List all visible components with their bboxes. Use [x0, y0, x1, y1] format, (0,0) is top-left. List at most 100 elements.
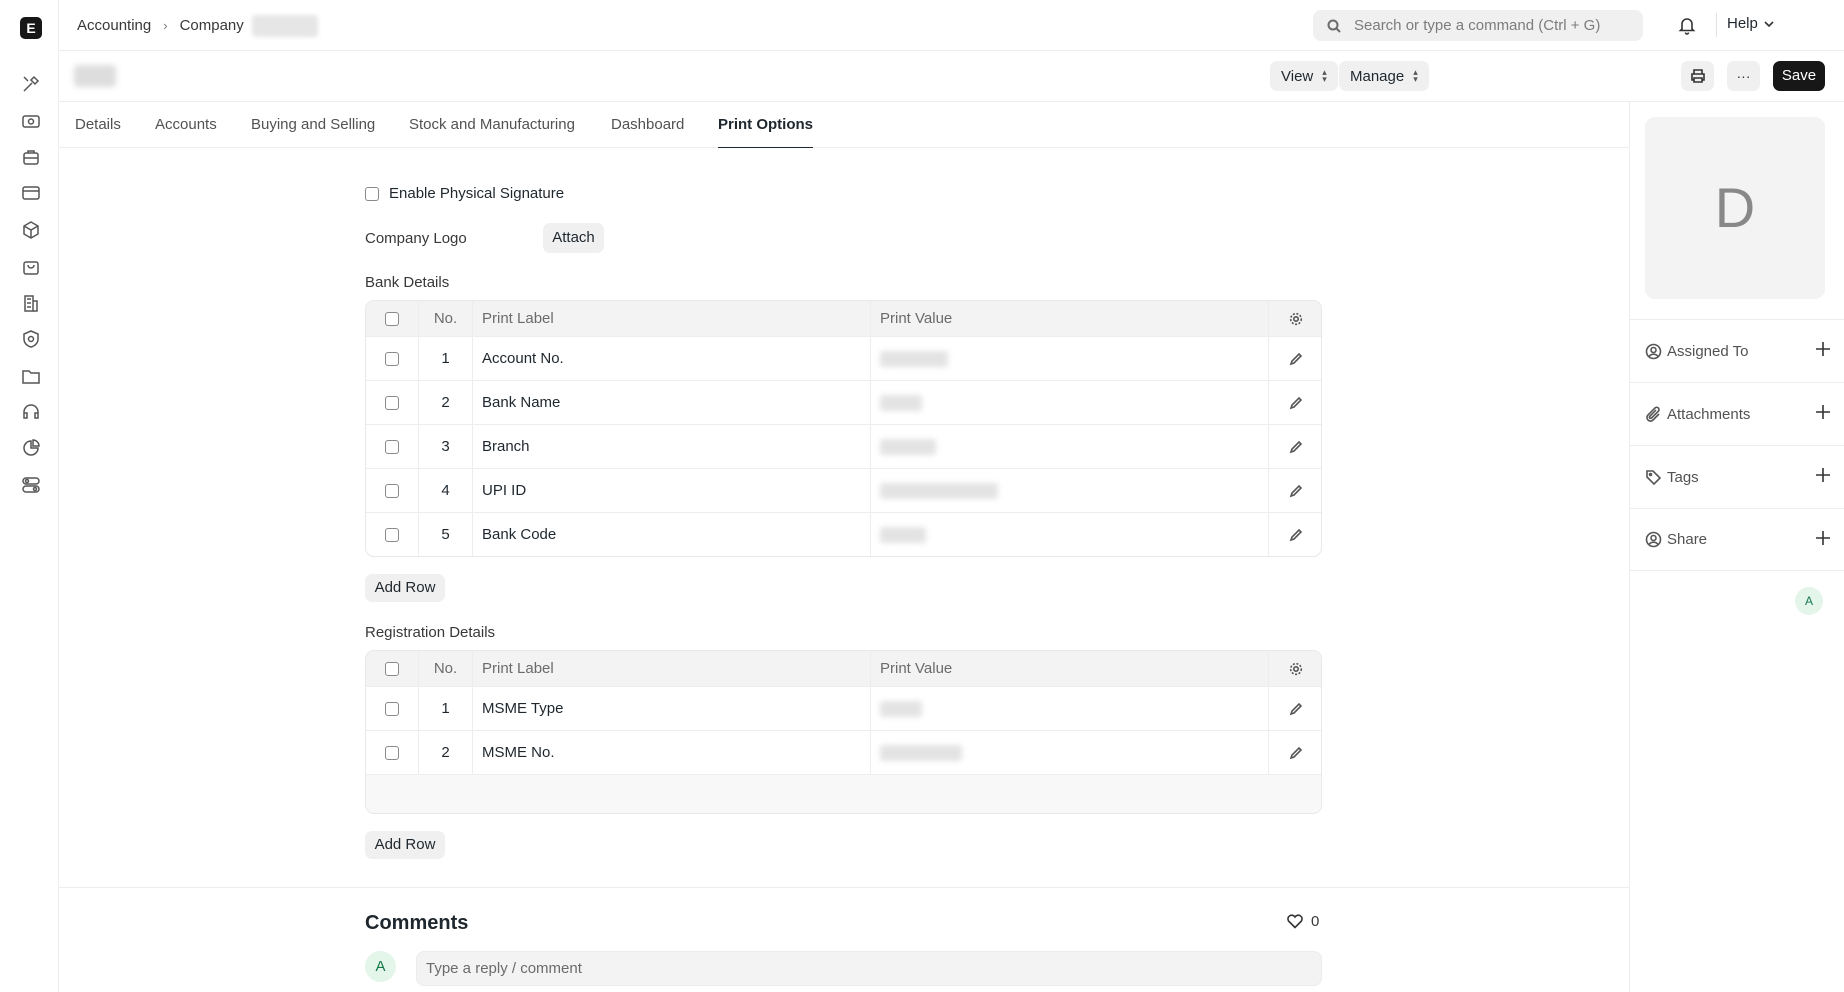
edit-row-pencil-icon[interactable] — [1269, 687, 1321, 730]
table-header: No. Print Label Print Value — [366, 301, 1321, 336]
print-label-cell[interactable]: UPI ID — [473, 469, 871, 512]
print-value-cell[interactable] — [871, 469, 1269, 512]
select-all-checkbox[interactable] — [385, 311, 399, 326]
folder-icon[interactable] — [20, 365, 42, 387]
divider — [59, 887, 1629, 888]
bank-details-label: Bank Details — [365, 274, 450, 291]
row-checkbox[interactable] — [385, 527, 399, 542]
sidebar-item-label: Assigned To — [1667, 342, 1749, 360]
tab-stock-and-manufacturing[interactable]: Stock and Manufacturing — [409, 102, 575, 148]
comment-input[interactable]: Type a reply / comment — [416, 951, 1322, 986]
column-settings-icon[interactable] — [1269, 651, 1321, 686]
breadcrumb: Accounting › Company — [77, 0, 318, 51]
print-label-cell[interactable]: Bank Code — [473, 513, 871, 556]
like-button[interactable]: 0 — [1286, 912, 1319, 930]
print-label-cell[interactable]: MSME No. — [473, 731, 871, 774]
row-checkbox[interactable] — [385, 701, 399, 716]
sidebar-attachments[interactable]: Attachments — [1630, 382, 1844, 445]
table-footer-empty — [366, 774, 1321, 813]
shopping-bag-icon[interactable] — [20, 255, 42, 277]
table-row[interactable]: 4 UPI ID — [366, 468, 1321, 512]
bank-details-add-row-button[interactable]: Add Row — [365, 574, 445, 602]
row-checkbox[interactable] — [385, 439, 399, 454]
print-label-cell[interactable]: MSME Type — [473, 687, 871, 730]
sidebar-assigned-to[interactable]: Assigned To — [1630, 319, 1844, 382]
print-value-cell[interactable] — [871, 687, 1269, 730]
tab-print-options[interactable]: Print Options — [718, 102, 813, 148]
tab-accounts[interactable]: Accounts — [155, 102, 217, 148]
app-logo[interactable]: E — [20, 17, 42, 39]
add-tag-plus-icon[interactable] — [1815, 467, 1831, 483]
edit-row-pencil-icon[interactable] — [1269, 381, 1321, 424]
navbar-divider — [1716, 13, 1717, 37]
tab-dashboard[interactable]: Dashboard — [611, 102, 684, 148]
enable-physical-signature-field[interactable]: Enable Physical Signature — [365, 185, 564, 202]
shield-icon[interactable] — [20, 328, 42, 350]
print-value-cell[interactable] — [871, 425, 1269, 468]
tools-icon[interactable] — [20, 73, 42, 95]
edit-row-pencil-icon[interactable] — [1269, 469, 1321, 512]
accounting-icon[interactable] — [20, 110, 42, 132]
enable-physical-signature-checkbox[interactable] — [365, 186, 379, 201]
save-button[interactable]: Save — [1773, 61, 1825, 91]
help-dropdown[interactable]: Help — [1727, 15, 1774, 32]
add-attachment-plus-icon[interactable] — [1815, 404, 1831, 420]
toggle-icon[interactable] — [20, 474, 42, 496]
sidebar-share[interactable]: Share — [1630, 508, 1844, 571]
print-value-cell[interactable] — [871, 513, 1269, 556]
briefcase-icon[interactable] — [20, 146, 42, 168]
print-button[interactable] — [1681, 61, 1714, 91]
manage-button[interactable]: Manage ▴ ▾ — [1339, 61, 1429, 91]
table-row[interactable]: 1 MSME Type — [366, 686, 1321, 730]
print-value-cell[interactable] — [871, 731, 1269, 774]
notification-bell-icon[interactable] — [1677, 15, 1697, 35]
box-icon[interactable] — [20, 219, 42, 241]
column-settings-icon[interactable] — [1269, 301, 1321, 336]
add-share-plus-icon[interactable] — [1815, 530, 1831, 546]
card-icon[interactable] — [20, 182, 42, 204]
breadcrumb-accounting[interactable]: Accounting — [77, 17, 151, 34]
edit-row-pencil-icon[interactable] — [1269, 513, 1321, 556]
breadcrumb-record-redacted[interactable] — [251, 14, 318, 37]
sidebar-tags[interactable]: Tags — [1630, 445, 1844, 508]
headset-icon[interactable] — [20, 401, 42, 423]
building-icon[interactable] — [20, 292, 42, 314]
table-row[interactable]: 1 Account No. — [366, 336, 1321, 380]
registration-details-add-row-button[interactable]: Add Row — [365, 831, 445, 859]
row-number: 4 — [419, 469, 473, 512]
row-checkbox[interactable] — [385, 745, 399, 760]
edit-row-pencil-icon[interactable] — [1269, 425, 1321, 468]
form-sidebar: D Assigned To Attachments Tags Share A — [1629, 102, 1844, 992]
row-checkbox[interactable] — [385, 351, 399, 366]
print-value-cell[interactable] — [871, 337, 1269, 380]
print-value-cell[interactable] — [871, 381, 1269, 424]
view-button[interactable]: View ▴ ▾ — [1270, 61, 1338, 91]
row-checkbox[interactable] — [385, 395, 399, 410]
search-bar[interactable]: Search or type a command (Ctrl + G) — [1313, 10, 1643, 41]
edit-row-pencil-icon[interactable] — [1269, 731, 1321, 774]
bank-details-table: No. Print Label Print Value 1 Account No… — [365, 300, 1322, 557]
select-all-checkbox[interactable] — [385, 661, 399, 676]
table-row[interactable]: 3 Branch — [366, 424, 1321, 468]
print-label-cell[interactable]: Bank Name — [473, 381, 871, 424]
edit-row-pencil-icon[interactable] — [1269, 337, 1321, 380]
like-count: 0 — [1311, 912, 1320, 930]
company-image-placeholder[interactable]: D — [1645, 117, 1825, 299]
add-assignee-plus-icon[interactable] — [1815, 341, 1831, 357]
app: E Accounting › Company Search or type a … — [0, 0, 1844, 992]
print-label-cell[interactable]: Account No. — [473, 337, 871, 380]
more-actions-button[interactable]: ··· — [1727, 61, 1760, 91]
search-placeholder: Search or type a command (Ctrl + G) — [1354, 17, 1601, 34]
pie-chart-icon[interactable] — [20, 437, 42, 459]
tab-details[interactable]: Details — [75, 102, 121, 148]
tab-buying-and-selling[interactable]: Buying and Selling — [251, 102, 375, 148]
attach-logo-button[interactable]: Attach — [543, 223, 604, 253]
row-checkbox[interactable] — [385, 483, 399, 498]
print-label-cell[interactable]: Branch — [473, 425, 871, 468]
table-row[interactable]: 5 Bank Code — [366, 512, 1321, 556]
breadcrumb-company[interactable]: Company — [180, 17, 244, 34]
table-row[interactable]: 2 Bank Name — [366, 380, 1321, 424]
assign-icon — [1645, 343, 1662, 359]
page-title-redacted — [74, 65, 116, 87]
table-row[interactable]: 2 MSME No. — [366, 730, 1321, 774]
